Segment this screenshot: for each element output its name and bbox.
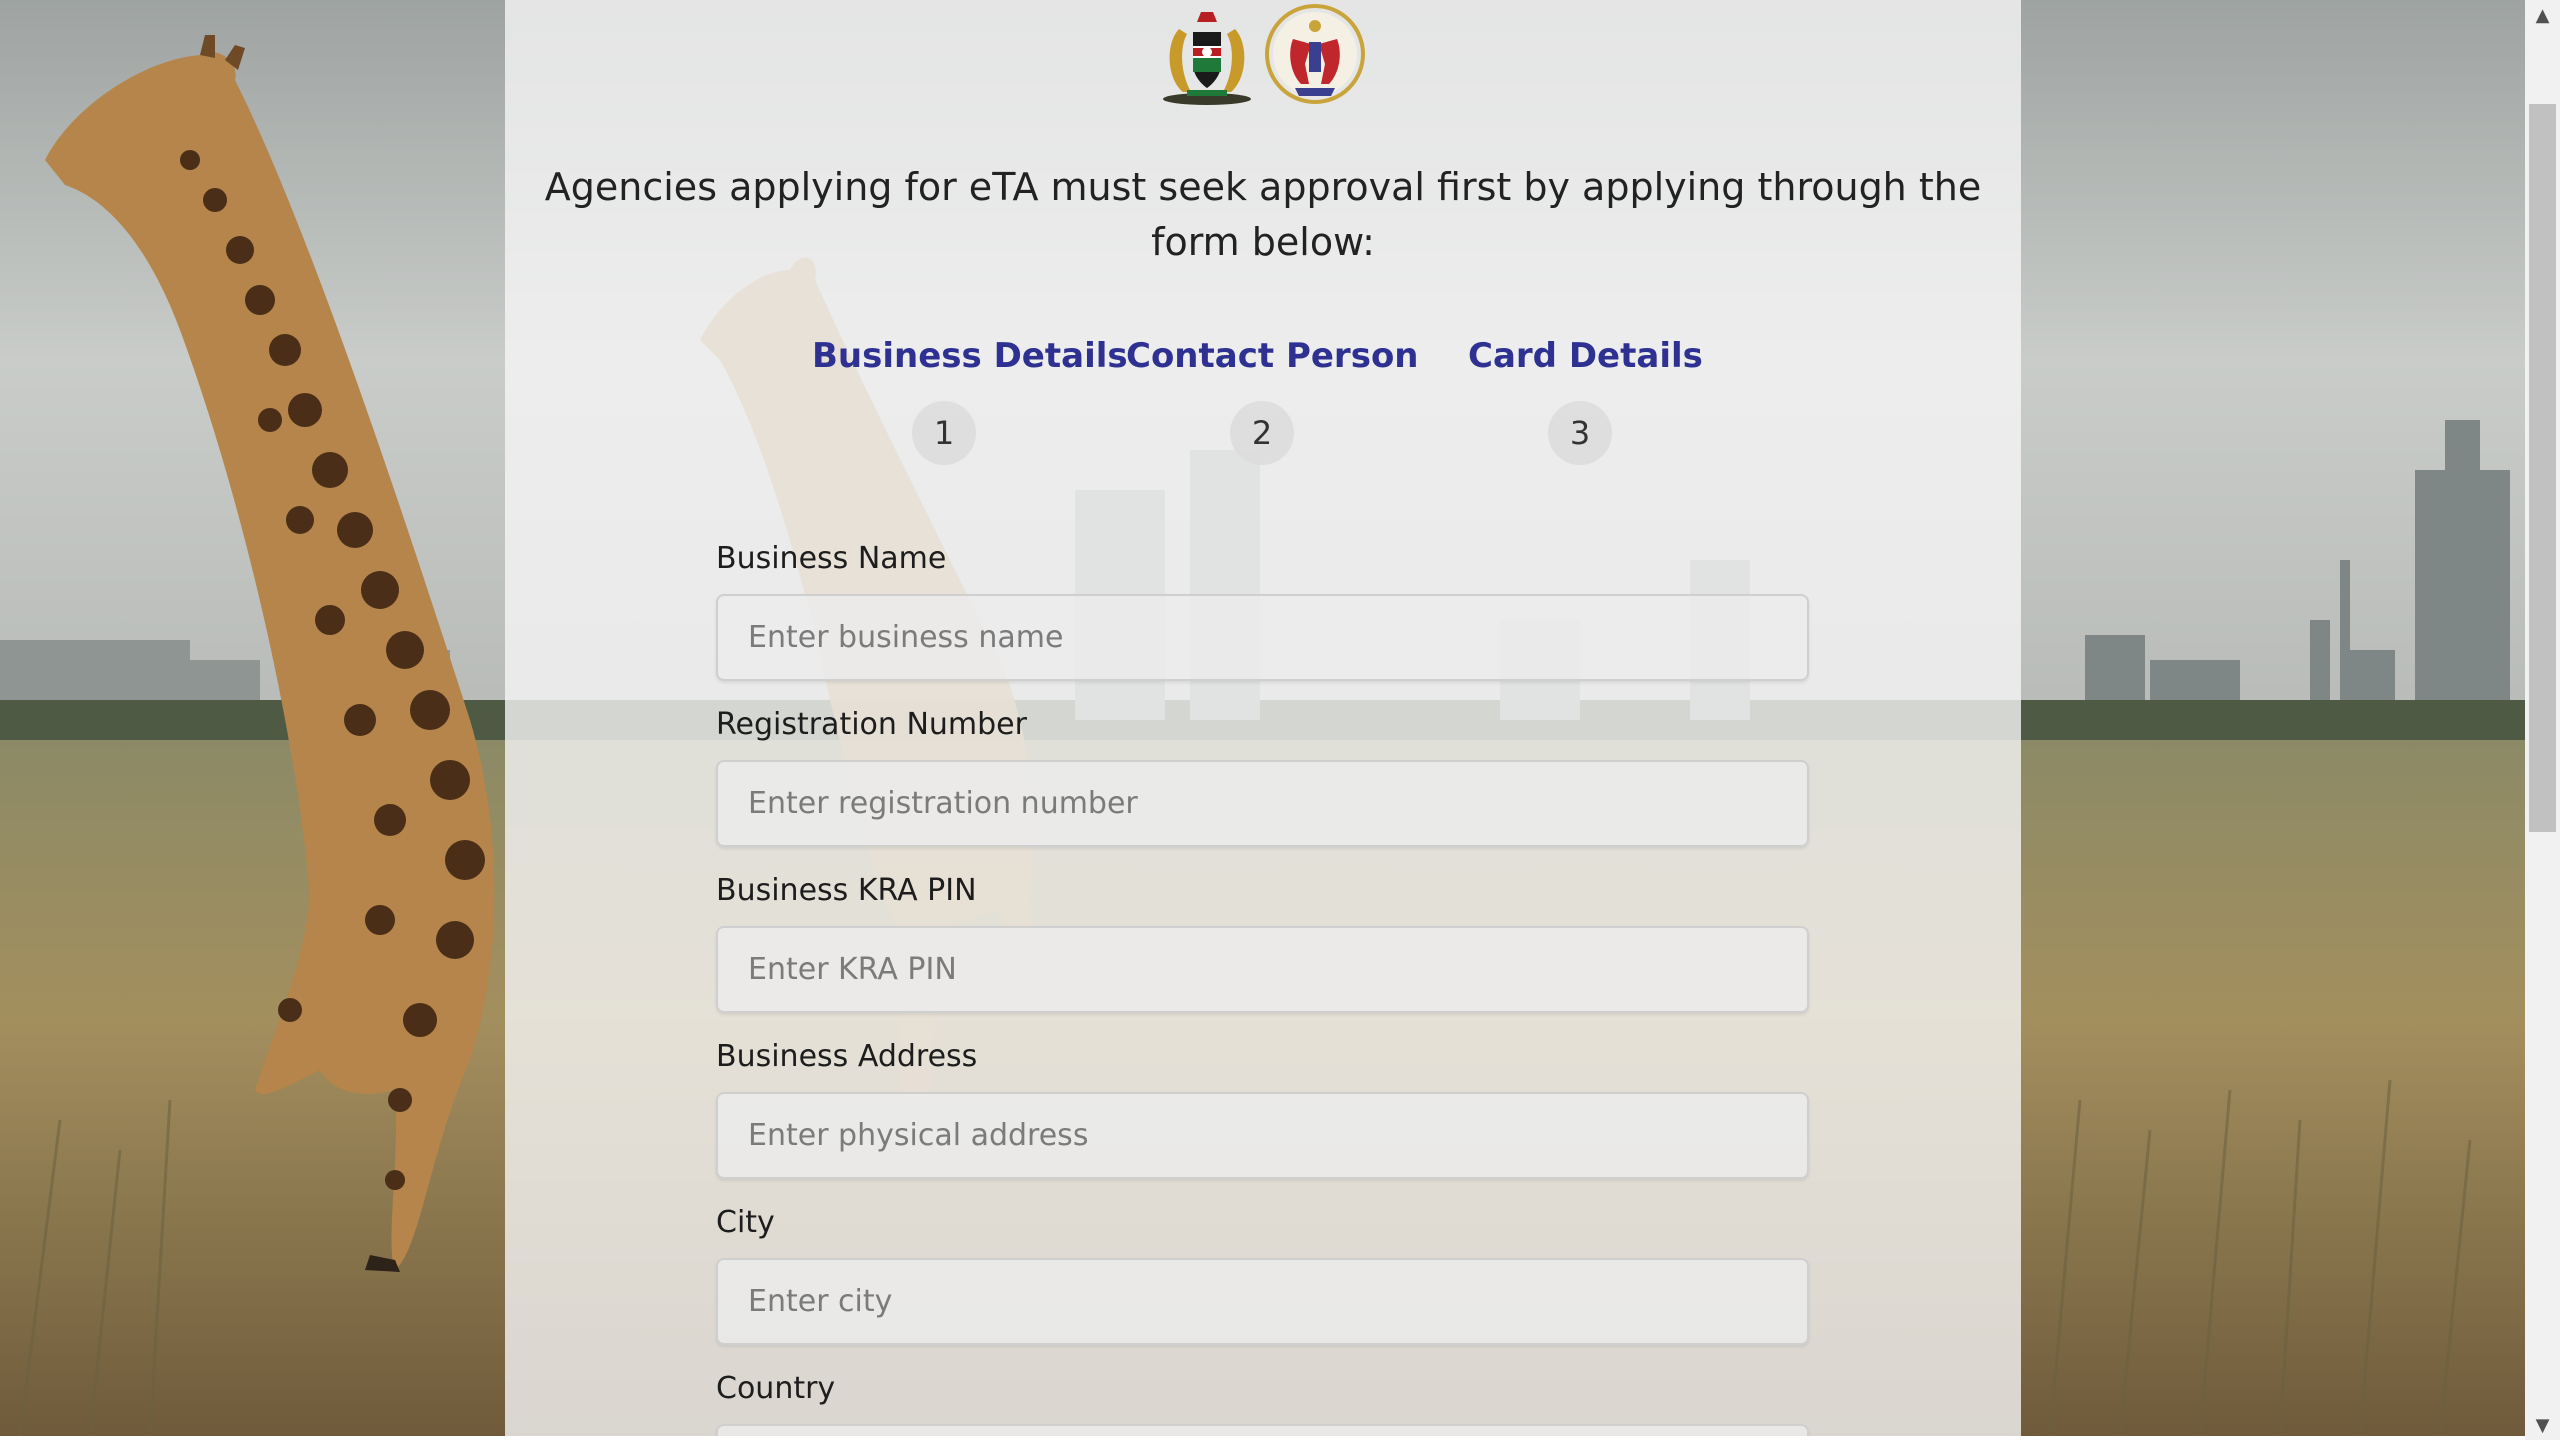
page-viewport: Agencies applying for eTA must seek appr… bbox=[0, 0, 2525, 1436]
scrollbar-thumb[interactable] bbox=[2529, 104, 2556, 832]
business-address-input[interactable] bbox=[716, 1092, 1809, 1179]
step-label-contact-person[interactable]: Contact Person bbox=[1126, 336, 1419, 376]
city-input[interactable] bbox=[716, 1258, 1809, 1345]
registration-number-input[interactable] bbox=[716, 760, 1809, 847]
country-label: Country bbox=[716, 1371, 836, 1406]
vertical-scrollbar[interactable]: ▲ ▼ bbox=[2525, 0, 2560, 1440]
intro-text: Agencies applying for eTA must seek appr… bbox=[544, 165, 1982, 264]
kra-pin-label: Business KRA PIN bbox=[716, 873, 977, 908]
business-address-label: Business Address bbox=[716, 1039, 978, 1074]
business-name-input[interactable] bbox=[716, 594, 1809, 681]
scroll-down-arrow-icon[interactable]: ▼ bbox=[2525, 1410, 2560, 1440]
country-input[interactable] bbox=[716, 1424, 1809, 1436]
header-emblems bbox=[1157, 4, 1369, 106]
step-circle-3[interactable]: 3 bbox=[1548, 401, 1612, 465]
city-label: City bbox=[716, 1205, 775, 1240]
step-label-card-details[interactable]: Card Details bbox=[1468, 336, 1703, 376]
step-circle-1[interactable]: 1 bbox=[912, 401, 976, 465]
scroll-up-arrow-icon[interactable]: ▲ bbox=[2525, 0, 2560, 30]
step-label-business-details[interactable]: Business Details bbox=[812, 336, 1128, 376]
step-circle-2[interactable]: 2 bbox=[1230, 401, 1294, 465]
viewport-bottom-edge bbox=[0, 1436, 2525, 1440]
kenya-coat-of-arms-icon bbox=[1163, 12, 1251, 105]
business-name-label: Business Name bbox=[716, 541, 947, 576]
kra-pin-input[interactable] bbox=[716, 926, 1809, 1013]
immigration-emblem-icon bbox=[1265, 4, 1365, 104]
registration-number-label: Registration Number bbox=[716, 707, 1027, 742]
